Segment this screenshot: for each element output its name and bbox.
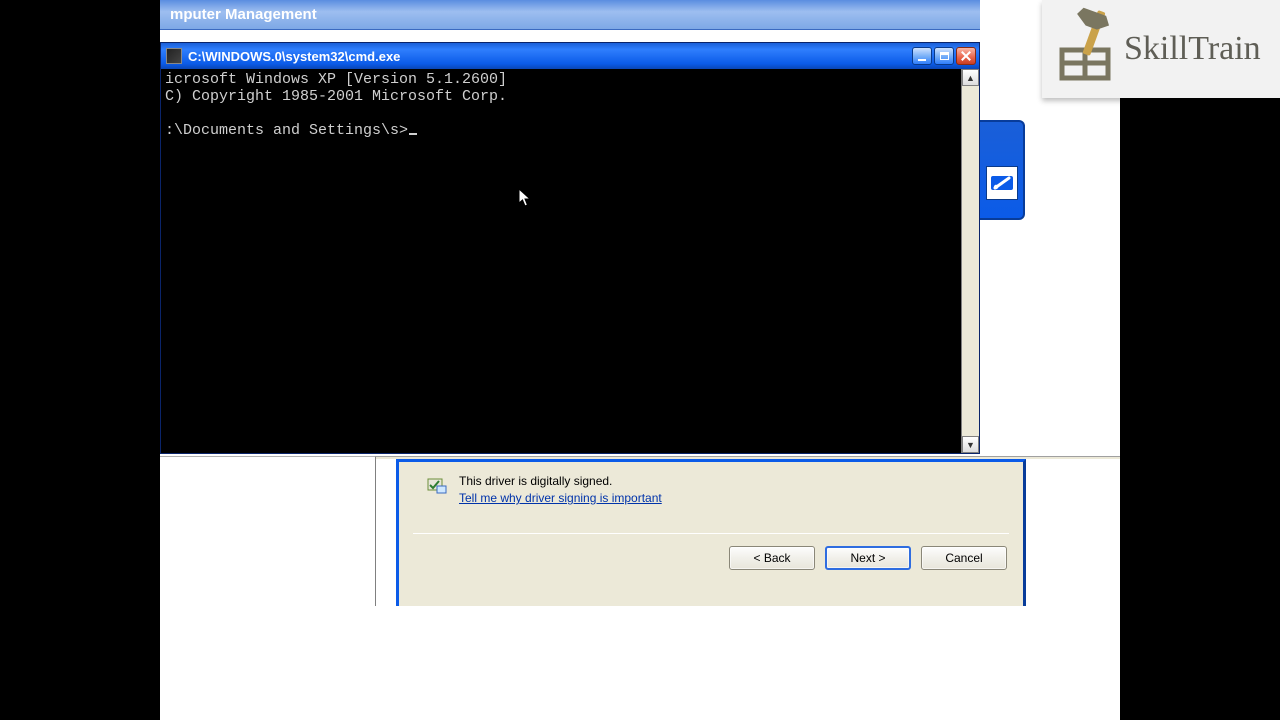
scroll-track[interactable]: [962, 86, 979, 436]
window-controls: [912, 47, 976, 65]
cmd-output[interactable]: icrosoft Windows XP [Version 5.1.2600] C…: [161, 69, 961, 453]
cancel-button[interactable]: Cancel: [921, 546, 1007, 570]
signed-driver-icon: [427, 478, 447, 494]
cmd-prompt: :\Documents and Settings\s>: [165, 122, 408, 139]
bg-window-titlebar: mputer Management: [160, 0, 980, 30]
cmd-window-title: C:\WINDOWS.0\system32\cmd.exe: [188, 49, 912, 64]
cmd-titlebar[interactable]: C:\WINDOWS.0\system32\cmd.exe: [161, 43, 979, 69]
scroll-up-button[interactable]: ▲: [962, 69, 979, 86]
close-button[interactable]: [956, 47, 976, 65]
command-prompt-window: C:\WINDOWS.0\system32\cmd.exe icrosoft W…: [160, 42, 980, 454]
minimize-button[interactable]: [912, 47, 932, 65]
bottom-whitespace: [160, 606, 1120, 720]
logo-text: SkillTrain: [1124, 30, 1261, 68]
scroll-down-button[interactable]: ▼: [962, 436, 979, 453]
bg-window-title: mputer Management: [170, 6, 317, 23]
logo-mark-icon: [1050, 6, 1128, 92]
app-stage: mputer Management C:\WINDOWS.0\system32\…: [160, 0, 1120, 720]
back-button[interactable]: < Back: [729, 546, 815, 570]
cursor-caret: [409, 133, 417, 135]
signed-driver-text: This driver is digitally signed.: [459, 474, 1005, 488]
maximize-button[interactable]: [934, 47, 954, 65]
cmd-line-1: icrosoft Windows XP [Version 5.1.2600]: [165, 71, 507, 88]
wizard-button-row: < Back Next > Cancel: [399, 534, 1023, 570]
device-icon: [986, 166, 1018, 200]
driver-wizard-dialog: This driver is digitally signed. Tell me…: [396, 459, 1026, 609]
scrollbar[interactable]: ▲ ▼: [961, 69, 979, 453]
next-button[interactable]: Next >: [825, 546, 911, 570]
skilltrain-logo: SkillTrain: [1042, 0, 1280, 98]
driver-signing-link[interactable]: Tell me why driver signing is important: [459, 491, 662, 505]
cmd-line-2: C) Copyright 1985-2001 Microsoft Corp.: [165, 88, 507, 105]
wizard-sidebar-icon-strip: [980, 120, 1025, 220]
cmd-icon: [166, 48, 182, 64]
cmd-client-area: icrosoft Windows XP [Version 5.1.2600] C…: [161, 69, 979, 453]
